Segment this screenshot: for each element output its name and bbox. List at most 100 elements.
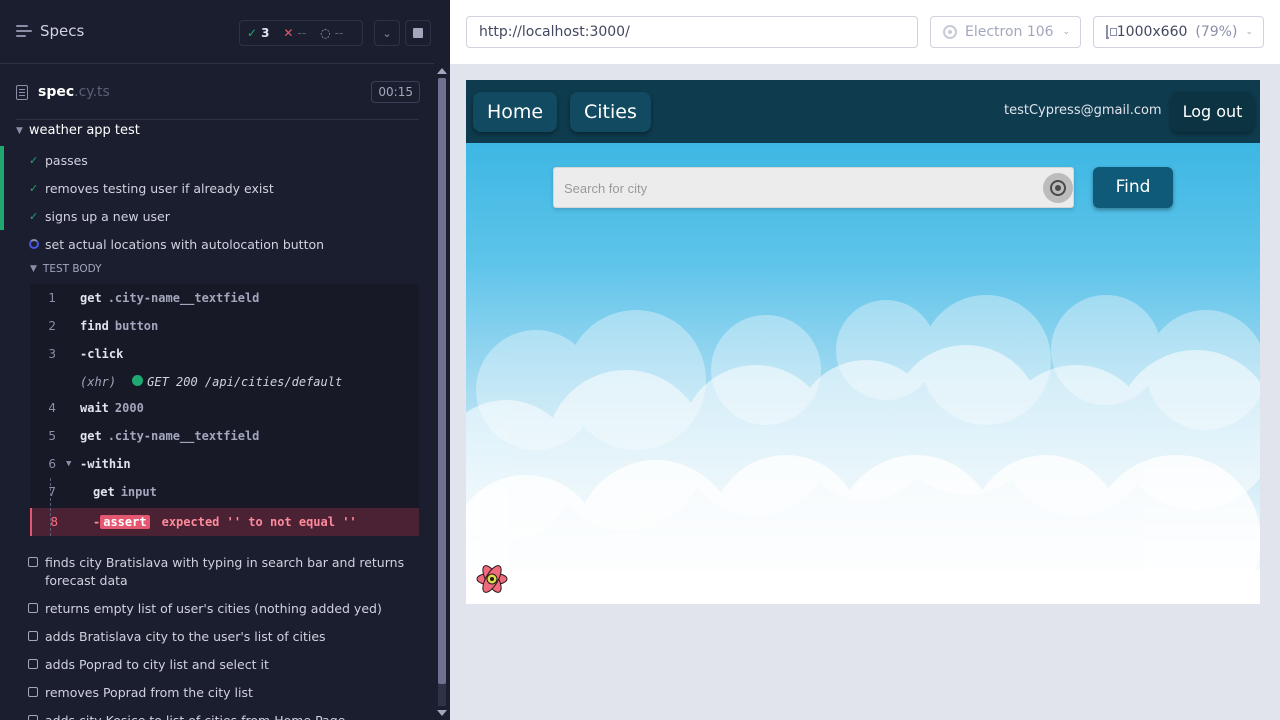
command-name: get .city-name__textfield	[80, 291, 260, 305]
specs-toggle[interactable]: Specs	[16, 22, 84, 40]
xhr-command-row[interactable]: (xhr) GET 200 /api/cities/default	[30, 368, 419, 396]
pending-checkbox-icon	[28, 715, 38, 720]
pass-indicator	[0, 146, 4, 174]
test-label: signs up a new user	[45, 208, 170, 224]
passed-count: 3	[261, 26, 270, 40]
command-message: .city-name__textfield	[107, 429, 260, 443]
failed-command-row[interactable]: 8 - assert expected '' to not equal ''	[30, 508, 419, 536]
nesting-guide	[50, 478, 51, 536]
command-number: 3	[48, 347, 56, 361]
assert-badge: assert	[100, 515, 150, 529]
check-icon: ✓	[29, 181, 39, 195]
command-number: 5	[48, 429, 56, 443]
url-bar[interactable]: http://localhost:3000/	[466, 16, 918, 48]
test-label: finds city Bratislava with typing in sea…	[45, 555, 405, 588]
status-dot-icon	[132, 375, 144, 386]
chevron-down-icon: ⌄	[1245, 27, 1253, 37]
user-email: testCypress@gmail.com	[1004, 103, 1162, 118]
test-label: adds Bratislava city to the user's list …	[45, 629, 326, 644]
command-number: 6	[48, 457, 56, 471]
test-label: adds city Kosice to list of cities from …	[45, 712, 405, 720]
specs-list-icon	[16, 24, 32, 38]
command-log: 1 get .city-name__textfield 2 find button …	[30, 284, 419, 536]
app-preview: Home Cities testCypress@gmail.com Log ou…	[466, 80, 1260, 604]
test-body-toggle[interactable]: ▼ TEST BODY	[30, 263, 102, 275]
command-name: -within	[80, 457, 131, 471]
chevron-down-icon: ⌄	[1062, 27, 1070, 37]
test-row-running[interactable]: set actual locations with autolocation b…	[0, 230, 420, 258]
test-body-label: TEST BODY	[42, 263, 102, 275]
command-row[interactable]: 2 find button	[30, 312, 419, 340]
command-message: 2000	[114, 401, 144, 415]
command-name: get input	[93, 485, 157, 499]
command-row[interactable]: 7 get input	[30, 478, 419, 506]
command-name: -click	[80, 347, 124, 361]
test-label: adds Poprad to city list and select it	[45, 657, 269, 672]
command-row[interactable]: 4 wait 2000	[30, 394, 419, 422]
city-search-input[interactable]	[564, 178, 1034, 198]
x-icon: ✕	[283, 26, 294, 40]
browser-selector[interactable]: Electron 106 ⌄	[930, 16, 1081, 48]
command-row[interactable]: 3 -click	[30, 340, 419, 368]
react-logo-icon	[476, 565, 508, 593]
spec-file-ext: .cy.ts	[74, 84, 110, 100]
pending-checkbox-icon	[28, 687, 38, 697]
aut-header: http://localhost:3000/ Electron 106 ⌄ 10…	[450, 0, 1280, 64]
command-number: 1	[48, 291, 56, 305]
stop-button[interactable]	[405, 20, 431, 46]
failed-count: --	[297, 26, 307, 40]
command-message: button	[114, 319, 159, 333]
zoom-level: (79%)	[1195, 24, 1238, 40]
test-label: removes testing user if already exist	[45, 180, 274, 196]
autolocation-button[interactable]	[1043, 173, 1073, 203]
pending-count: --	[334, 26, 344, 40]
command-number: 8	[50, 515, 58, 529]
run-duration: 00:15	[371, 81, 420, 103]
pending-checkbox-icon	[28, 659, 38, 669]
scroll-thumb[interactable]	[438, 78, 446, 684]
scroll-down-icon[interactable]	[437, 710, 447, 716]
test-row-passed[interactable]: ✓ removes testing user if already exist	[0, 174, 420, 202]
scroll-up-icon[interactable]	[437, 68, 447, 74]
viewport-icon	[1106, 25, 1117, 39]
test-row-passed[interactable]: ✓ passes	[0, 146, 420, 174]
suite-title[interactable]: ▼ weather app test	[16, 123, 140, 138]
failed-stat: ✕ --	[276, 26, 313, 40]
command-number: 7	[48, 485, 56, 499]
command-name: (xhr) GET 200 /api/cities/default	[80, 375, 343, 389]
command-row[interactable]: 1 get .city-name__textfield	[30, 284, 419, 312]
chevron-down-icon: ▼	[30, 264, 37, 274]
nav-cities-button[interactable]: Cities	[570, 92, 651, 132]
reporter-scrollbar[interactable]	[434, 64, 450, 720]
command-number: 2	[48, 319, 56, 333]
command-name: - assert expected '' to not equal ''	[93, 515, 357, 529]
check-icon: ✓	[29, 153, 39, 167]
command-row[interactable]: 5 get .city-name__textfield	[30, 422, 419, 450]
app-navbar: Home Cities testCypress@gmail.com Log ou…	[466, 80, 1260, 143]
chevron-down-icon[interactable]: ▼	[66, 459, 71, 469]
spinner-icon	[29, 237, 39, 252]
command-name: get .city-name__textfield	[80, 429, 260, 443]
suite-label: weather app test	[28, 123, 140, 138]
check-icon: ✓	[247, 26, 258, 40]
spec-file-name: spec	[38, 84, 75, 100]
nav-home-button[interactable]: Home	[473, 92, 558, 132]
test-label: returns empty list of user's cities (not…	[45, 601, 382, 616]
find-button[interactable]: Find	[1093, 167, 1173, 208]
test-row-passed[interactable]: ✓ signs up a new user	[0, 202, 420, 230]
command-number: 4	[48, 401, 56, 415]
logout-button[interactable]: Log out	[1171, 92, 1254, 132]
document-icon	[16, 84, 28, 100]
pending-circle-icon: ◌	[320, 26, 331, 40]
test-label: removes Poprad from the city list	[45, 685, 253, 700]
options-dropdown-button[interactable]: ⌄	[374, 20, 400, 46]
spec-file-row[interactable]: spec .cy.ts 00:15	[16, 78, 420, 106]
pass-indicator	[0, 202, 4, 230]
test-label: passes	[45, 152, 88, 168]
check-icon: ✓	[29, 209, 39, 223]
command-row[interactable]: 6 ▼ -within	[30, 450, 419, 478]
pending-stat: ◌ --	[313, 26, 350, 40]
city-search-field	[553, 167, 1074, 208]
command-message: GET 200 /api/cities/default	[147, 375, 343, 389]
viewport-info[interactable]: 1000x660 (79%) ⌄	[1093, 16, 1264, 48]
